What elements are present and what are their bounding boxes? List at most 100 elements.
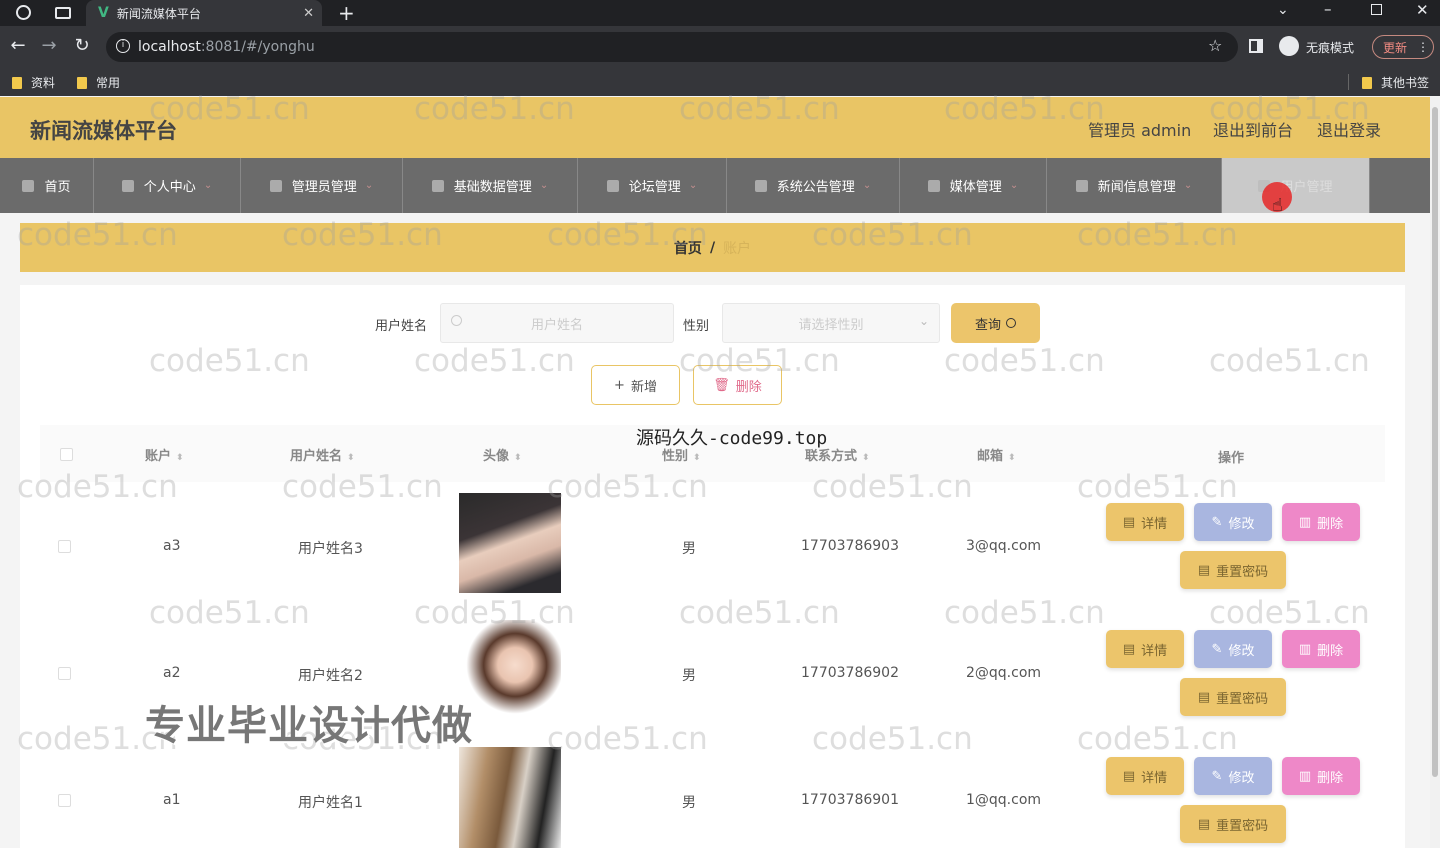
batch-delete-button[interactable]: 🗑 删除: [693, 365, 782, 405]
bookmark-folder-ziliao[interactable]: 资料: [12, 74, 55, 91]
side-panel-icon[interactable]: [1249, 39, 1263, 53]
select-all-checkbox[interactable]: [60, 448, 73, 461]
nav-item-forum[interactable]: 论坛管理 ⌄: [578, 158, 727, 213]
name-search-input[interactable]: 用户姓名: [440, 303, 674, 343]
nav-item-news[interactable]: 新闻信息管理 ⌄: [1047, 158, 1222, 213]
tab-title: 新闻流媒体平台: [116, 6, 201, 21]
nav-label: 管理员管理: [291, 180, 357, 195]
new-tab-icon[interactable]: +: [338, 1, 355, 25]
bookmark-folder-changyong[interactable]: 常用: [77, 74, 120, 91]
doc-icon: ▤: [1197, 562, 1211, 578]
chevron-down-icon: ⌄: [1009, 180, 1019, 191]
bookmark-label: 资料: [31, 76, 56, 90]
row-checkbox[interactable]: [58, 794, 71, 807]
add-button[interactable]: + 新增: [591, 365, 680, 405]
nav-label: 新闻信息管理: [1097, 180, 1176, 195]
nav-item-admin-management[interactable]: 管理员管理 ⌄: [241, 158, 403, 213]
nav-label: 首页: [44, 180, 71, 195]
row-checkbox[interactable]: [58, 667, 71, 680]
avatar-image: [459, 747, 561, 848]
cell-account: a2: [163, 665, 181, 681]
row-checkbox[interactable]: [58, 540, 71, 553]
delete-button[interactable]: ▥ 删除: [1282, 757, 1360, 795]
incognito-label: 无痕模式: [1306, 41, 1355, 55]
avatar-image: [459, 620, 561, 720]
more-vert-icon: ⋮: [1417, 40, 1430, 54]
back-to-front-link[interactable]: 退出到前台: [1213, 117, 1293, 141]
url-host: localhost: [138, 39, 201, 55]
cell-gender: 男: [682, 668, 696, 684]
reset-password-button[interactable]: ▤ 重置密码: [1180, 805, 1286, 843]
detail-button[interactable]: ▤ 详情: [1106, 757, 1184, 795]
nav-item-home[interactable]: 首页: [0, 158, 94, 213]
site-info-icon[interactable]: i: [116, 39, 130, 53]
vue-favicon-icon: V: [98, 5, 109, 21]
sort-icon: ⬍: [347, 453, 355, 463]
back-icon[interactable]: ←: [3, 35, 33, 56]
reload-icon[interactable]: ↻: [67, 35, 97, 56]
col-avatar[interactable]: 头像 ⬍: [483, 445, 522, 464]
person-icon: [754, 179, 767, 192]
address-bar[interactable]: i localhost:8081/#/yonghu ☆: [106, 32, 1238, 62]
user-icon: [121, 179, 134, 192]
gender-select[interactable]: 请选择性别 ⌄: [722, 303, 940, 343]
forward-icon[interactable]: →: [34, 35, 64, 56]
restore-icon[interactable]: [1371, 4, 1382, 15]
other-bookmarks[interactable]: 其他书签: [1362, 74, 1429, 91]
admin-icon: [269, 179, 282, 192]
reset-password-button[interactable]: ▤ 重置密码: [1180, 678, 1286, 716]
delete-button[interactable]: ▥ 删除: [1282, 630, 1360, 668]
page-scrollbar[interactable]: [1430, 97, 1440, 848]
browser-tab[interactable]: V 新闻流媒体平台 ✕: [86, 0, 322, 26]
incognito-icon[interactable]: [1279, 36, 1299, 56]
col-account[interactable]: 账户 ⬍: [145, 445, 184, 464]
edit-button[interactable]: ✎ 修改: [1194, 630, 1272, 668]
app-header: 新闻流媒体平台 管理员 admin 退出到前台 退出登录: [0, 97, 1440, 158]
update-button[interactable]: 更新 ⋮: [1372, 35, 1434, 59]
scrollbar-thumb[interactable]: [1432, 107, 1438, 777]
document-icon: [1075, 179, 1088, 192]
browser-tab-strip: V 新闻流媒体平台 ✕ + ⌄ – ✕: [0, 0, 1440, 26]
crop-icon: [606, 179, 619, 192]
chevron-down-icon: ⌄: [918, 314, 929, 328]
logout-link[interactable]: 退出登录: [1317, 117, 1381, 141]
gender-filter-label: 性别: [683, 319, 710, 334]
col-name[interactable]: 用户姓名 ⬍: [290, 445, 355, 464]
query-button[interactable]: 查询: [951, 303, 1040, 343]
chevron-down-icon: ⌄: [364, 180, 374, 191]
reset-password-button[interactable]: ▤ 重置密码: [1180, 551, 1286, 589]
minimize-icon[interactable]: –: [1324, 0, 1332, 18]
nav-item-base-data[interactable]: 基础数据管理 ⌄: [403, 158, 578, 213]
nav-item-users[interactable]: 用户管理: [1222, 158, 1370, 213]
nav-label: 论坛管理: [628, 180, 681, 195]
edit-button[interactable]: ✎ 修改: [1194, 503, 1272, 541]
sort-icon: ⬍: [693, 453, 701, 463]
edit-button[interactable]: ✎ 修改: [1194, 757, 1272, 795]
chevron-down-icon: ⌄: [1183, 180, 1193, 191]
detail-button[interactable]: ▤ 详情: [1106, 503, 1184, 541]
breadcrumb-home[interactable]: 首页: [674, 238, 702, 258]
folder-icon: [12, 76, 22, 89]
detail-button[interactable]: ▤ 详情: [1106, 630, 1184, 668]
trash-icon: ▥: [1298, 768, 1312, 784]
hand-cursor-icon: ☝: [1272, 195, 1283, 216]
chevron-down-icon: ⌄: [203, 180, 213, 191]
nav-item-media[interactable]: 媒体管理 ⌄: [900, 158, 1047, 213]
delete-button[interactable]: ▥ 删除: [1282, 503, 1360, 541]
cell-email: 1@qq.com: [966, 792, 1042, 808]
trash-icon: 🗑: [713, 377, 730, 393]
bookmark-star-icon[interactable]: ☆: [1208, 36, 1222, 55]
nav-item-personal-center[interactable]: 个人中心 ⌄: [94, 158, 241, 213]
tab-list-chevron-icon[interactable]: ⌄: [1277, 2, 1289, 18]
close-window-icon[interactable]: ✕: [1416, 1, 1429, 19]
query-label: 查询: [974, 317, 1001, 333]
nav-item-announcements[interactable]: 系统公告管理 ⌄: [727, 158, 900, 213]
site-title: 新闻流媒体平台: [30, 119, 177, 143]
browser-menu-icon[interactable]: [16, 5, 31, 20]
tab-search-icon[interactable]: [55, 7, 71, 19]
cell-account: a3: [163, 538, 181, 554]
close-tab-icon[interactable]: ✕: [303, 6, 314, 21]
col-email[interactable]: 邮箱 ⬍: [977, 445, 1016, 464]
main-nav: 首页 个人中心 ⌄ 管理员管理 ⌄ 基础数据管理 ⌄ 论坛管理 ⌄ 系统公告管理 ⌄ 媒体…: [0, 158, 1440, 213]
folder-icon: [77, 76, 87, 89]
